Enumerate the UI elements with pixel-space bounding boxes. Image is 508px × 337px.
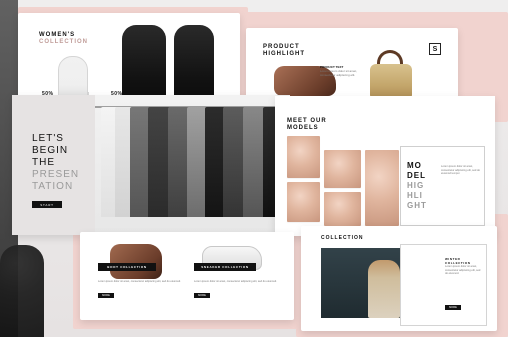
product-title: PRODUCT [263, 44, 300, 50]
winter-collection-title: WINTER COLLECTION [445, 257, 471, 265]
model-portrait-2 [324, 150, 361, 188]
slide-meet-our-models: MEET OUR MODELS MO DEL HIG HLI GHT Lorem… [275, 96, 495, 236]
intro-heading: LET'S BEGIN THE PRESEN TATION [32, 133, 79, 193]
models-title: MEET OUR MODELS [287, 118, 327, 132]
slide-womens-collection: WOMEN'S COLLECTION 50% 50% 50% [18, 13, 240, 105]
model-highlight-title: MO DEL HIG HLI GHT [407, 161, 427, 211]
s-logo-badge: S [429, 43, 441, 55]
slide-boot-sneaker-collection: BOOT COLLECTION SNEAKER COLLECTION Lorem… [80, 232, 294, 320]
bag-photo [370, 64, 412, 98]
model-portrait-4 [324, 192, 361, 226]
intro-line-5: TATION [32, 181, 74, 192]
model-2-photo [122, 25, 166, 105]
garment-9 [243, 107, 265, 217]
models-title-line-1: MEET OUR [287, 118, 327, 124]
model-highlight-line-4: HLI [407, 191, 423, 200]
winter-collection-text: Lorem ipsum dolor sit amet, consectetur … [445, 265, 481, 276]
sneaker-description: Lorem ipsum dolor sit amet, consectetur … [194, 280, 277, 283]
sneaker-more-button[interactable]: MORE [194, 293, 210, 298]
model-highlight-box: MO DEL HIG HLI GHT Lorem ipsum dolor sit… [400, 146, 485, 226]
womens-title: WOMEN'S [39, 32, 76, 38]
model-portrait-3 [287, 182, 320, 222]
start-button[interactable]: START [32, 201, 62, 208]
garment-6 [187, 107, 207, 217]
boot-description: Lorem ipsum dolor sit amet, consectetur … [98, 280, 181, 283]
model-portrait-1 [287, 136, 320, 178]
models-title-line-2: MODELS [287, 125, 319, 131]
collection-title: COLLECTION [321, 235, 364, 241]
womens-collection-title: WOMEN'S COLLECTION [39, 32, 88, 46]
boot-more-button[interactable]: MORE [98, 293, 114, 298]
slide-product-highlight: PRODUCT HIGHLIGHT PRODUCT TEXT Lorem ips… [246, 28, 458, 101]
slide-collection: COLLECTION WINTER COLLECTION Lorem ipsum… [301, 226, 497, 331]
product-highlight-title: PRODUCT HIGHLIGHT [263, 44, 305, 58]
presentation-collage: WOMEN'S COLLECTION 50% 50% 50% PRODUCT H… [0, 0, 508, 337]
product-text: PRODUCT TEXT Lorem ipsum dolor sit amet,… [320, 65, 360, 77]
model-highlight-line-3: HIG [407, 181, 425, 190]
intro-line-1: LET'S [32, 133, 64, 144]
sneaker-collection-label: SNEAKER COLLECTION [194, 263, 256, 271]
collection-model [368, 260, 400, 318]
slide-lets-begin: LET'S BEGIN THE PRESEN TATION START [12, 95, 290, 235]
garment-8 [223, 107, 245, 217]
collection-more-button[interactable]: MORE [445, 305, 461, 310]
womens-subtitle: COLLECTION [39, 39, 88, 45]
boot-collection-label: BOOT COLLECTION [98, 263, 156, 271]
model-highlight-line-5: GHT [407, 201, 427, 210]
garment-7 [205, 107, 225, 217]
intro-line-2: BEGIN [32, 145, 69, 156]
boot-photo [110, 244, 162, 279]
model-highlight-line-2: DEL [407, 171, 426, 180]
product-body: Lorem ipsum dolor sit amet, consectetur … [320, 69, 358, 77]
collection-info-box: WINTER COLLECTION Lorem ipsum dolor sit … [400, 244, 487, 326]
model-highlight-text: Lorem ipsum dolor sit amet, consectetur … [441, 165, 480, 176]
intro-line-3: THE [32, 157, 55, 168]
model-highlight-line-1: MO [407, 161, 422, 170]
model-portrait-5 [365, 150, 399, 226]
left-model-silhouette [0, 245, 44, 337]
clothing-rack-photo [95, 95, 290, 235]
intro-line-4: PRESEN [32, 169, 80, 180]
product-subtitle: HIGHLIGHT [263, 51, 305, 57]
